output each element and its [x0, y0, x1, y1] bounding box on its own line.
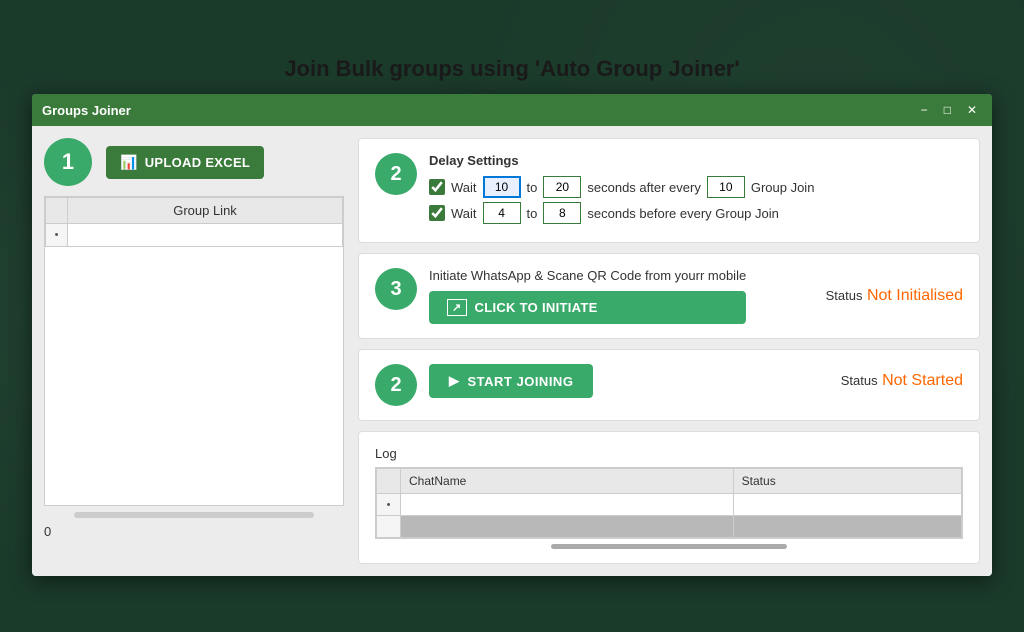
step-2-start-circle: 2 [375, 364, 417, 406]
group-link-table-container: Group Link • [44, 196, 344, 506]
group-link-input[interactable] [74, 228, 336, 242]
log-card: Log ChatName Status [358, 431, 980, 564]
start-status-label: Status [841, 373, 878, 388]
log-chatname-header: ChatName [401, 469, 734, 494]
delay-input-4[interactable] [483, 202, 521, 224]
log-scrollbar[interactable] [551, 544, 786, 549]
window-title: Groups Joiner [42, 103, 131, 118]
step-3-circle: 3 [375, 268, 417, 310]
delay-input-1[interactable] [483, 176, 521, 198]
start-status-value: Not Started [882, 372, 963, 389]
right-panel: 2 Delay Settings Wait to seconds after e… [358, 138, 980, 564]
upload-excel-label: UPLOAD EXCEL [145, 155, 250, 170]
step-2-delay-circle: 2 [375, 153, 417, 195]
log-status-header: Status [733, 469, 961, 494]
delay-input-2[interactable] [543, 176, 581, 198]
delay-row-2: Wait to seconds before every Group Join [429, 202, 963, 224]
upload-excel-button[interactable]: 📊 UPLOAD EXCEL [106, 146, 264, 179]
log-status-2 [733, 516, 961, 538]
delay-checkbox-1[interactable] [429, 179, 445, 195]
delay-wait-1: Wait [451, 180, 477, 195]
delay-checkbox-2[interactable] [429, 205, 445, 221]
group-link-cell[interactable] [68, 224, 343, 247]
group-link-table: Group Link • [45, 197, 343, 247]
log-row-num-2 [377, 516, 401, 538]
start-status-row: ▶ START JOINING Status Not Started [429, 364, 963, 398]
delay-seconds-1: seconds after every [587, 180, 700, 195]
initiate-description: Initiate WhatsApp & Scane QR Code from y… [429, 268, 746, 283]
app-window: Groups Joiner − □ ✕ 1 📊 UPLOAD EXCEL [32, 94, 992, 576]
log-row-num-header [377, 469, 401, 494]
row-number: • [46, 224, 68, 247]
table-group-link-header: Group Link [68, 198, 343, 224]
start-joining-button[interactable]: ▶ START JOINING [429, 364, 593, 398]
excel-icon: 📊 [120, 154, 138, 171]
click-to-initiate-button[interactable]: ↗ CLICK TO INITIATE [429, 291, 746, 324]
page-title: Join Bulk groups using 'Auto Group Joine… [284, 56, 739, 82]
close-button[interactable]: ✕ [962, 101, 982, 119]
left-panel: 1 📊 UPLOAD EXCEL Group Link [44, 138, 344, 564]
log-row-1: • [377, 494, 962, 516]
step-1-circle: 1 [44, 138, 92, 186]
table-row: • [46, 224, 343, 247]
initiate-status-value: Not Initialised [867, 287, 963, 304]
initiate-status: Status Not Initialised [826, 287, 963, 305]
minimize-button[interactable]: − [916, 101, 933, 119]
delay-header: 2 Delay Settings Wait to seconds after e… [375, 153, 963, 228]
log-table-wrapper: ChatName Status • [375, 467, 963, 539]
delay-settings-card: 2 Delay Settings Wait to seconds after e… [358, 138, 980, 243]
start-play-icon: ▶ [449, 373, 460, 389]
log-row-2 [377, 516, 962, 538]
initiate-btn-icon: ↗ [447, 299, 467, 316]
window-controls: − □ ✕ [916, 101, 982, 119]
log-row-num-1: • [377, 494, 401, 516]
initiate-card: 3 Initiate WhatsApp & Scane QR Code from… [358, 253, 980, 339]
delay-input-5[interactable] [543, 202, 581, 224]
start-header: 2 ▶ START JOINING Status Not Started [375, 364, 963, 406]
initiate-body: Initiate WhatsApp & Scane QR Code from y… [429, 268, 963, 324]
delay-to-1: to [527, 180, 538, 195]
initiate-header: 3 Initiate WhatsApp & Scane QR Code from… [375, 268, 963, 324]
start-body: ▶ START JOINING Status Not Started [429, 364, 963, 398]
initiate-left: Initiate WhatsApp & Scane QR Code from y… [429, 268, 746, 324]
delay-row-1: Wait to seconds after every Group Join [429, 176, 963, 198]
start-joining-card: 2 ▶ START JOINING Status Not Started [358, 349, 980, 421]
log-title: Log [375, 446, 963, 461]
delay-title: Delay Settings [429, 153, 963, 168]
title-bar: Groups Joiner − □ ✕ [32, 94, 992, 126]
initiate-btn-label: CLICK TO INITIATE [475, 300, 598, 315]
delay-wait-2: Wait [451, 206, 477, 221]
log-status-1 [733, 494, 961, 516]
left-table-scrollbar[interactable] [74, 512, 314, 518]
left-count: 0 [44, 524, 51, 539]
initiate-status-label: Status [826, 288, 863, 303]
delay-seconds-2: seconds before every Group Join [587, 206, 779, 221]
left-top-row: 1 📊 UPLOAD EXCEL [44, 138, 344, 186]
log-table: ChatName Status • [376, 468, 962, 538]
delay-input-3[interactable] [707, 176, 745, 198]
delay-to-2: to [527, 206, 538, 221]
log-chatname-1 [401, 494, 734, 516]
app-content: 1 📊 UPLOAD EXCEL Group Link [32, 126, 992, 576]
delay-body: Delay Settings Wait to seconds after eve… [429, 153, 963, 228]
initiate-row: Initiate WhatsApp & Scane QR Code from y… [429, 268, 963, 324]
maximize-button[interactable]: □ [939, 101, 956, 119]
delay-end-1: Group Join [751, 180, 815, 195]
start-btn-label: START JOINING [468, 374, 574, 389]
start-status: Status Not Started [841, 372, 963, 390]
log-chatname-2 [401, 516, 734, 538]
table-row-num-header [46, 198, 68, 224]
